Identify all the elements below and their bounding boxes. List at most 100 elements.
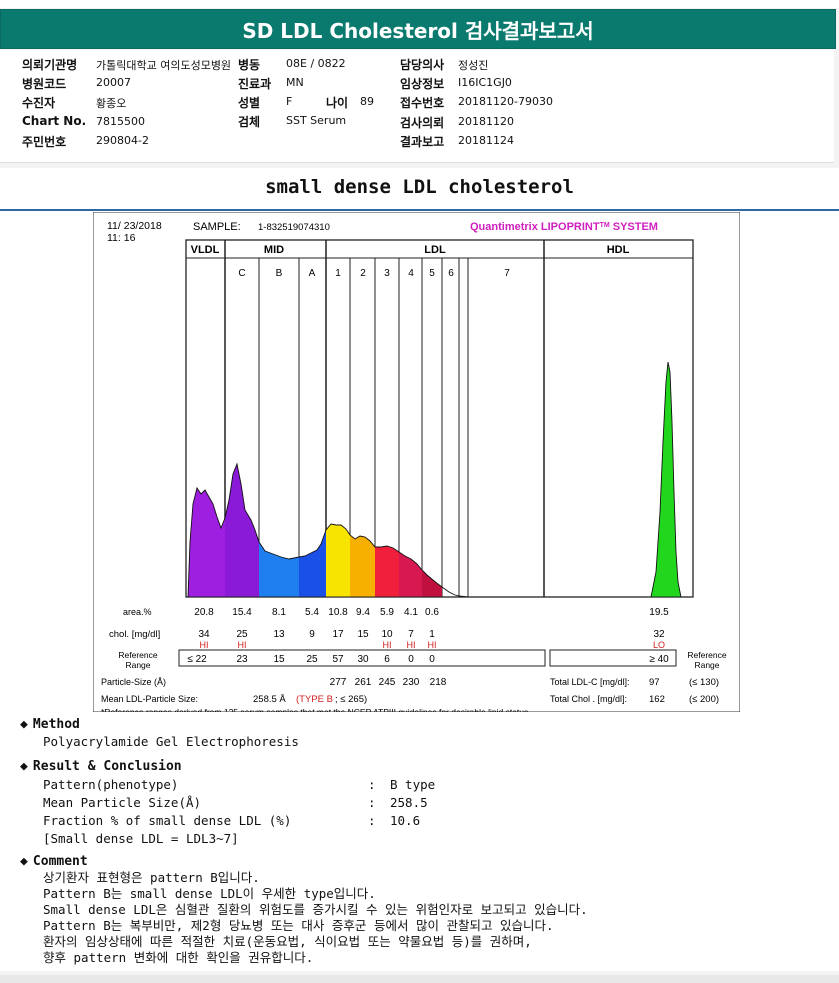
info-value: 08E / 0822 <box>286 57 346 70</box>
total-ldl-label: Total LDL-C [mg/dl]: <box>550 677 630 687</box>
chol-value: 15 <box>357 629 369 640</box>
info-value: 20007 <box>96 76 131 89</box>
band-label: C <box>238 268 245 279</box>
info-label: 결과보고 <box>400 135 445 149</box>
patient-info-panel: 의뢰기관명 가톨릭대학교 여의도성모병원 병원코드 20007 수진자 황종오 … <box>0 50 834 163</box>
result-label: Fraction % of small dense LDL (%) <box>43 813 292 828</box>
band-label: 7 <box>504 268 510 279</box>
result-value: 10.6 <box>390 813 421 828</box>
mean-size-value: 258.5 Å <box>253 694 286 705</box>
area-value: 10.8 <box>328 607 348 618</box>
flag-value: HI <box>407 640 416 650</box>
colon: : <box>368 813 376 828</box>
info-label: 병동 <box>238 58 261 72</box>
band-label: 3 <box>384 268 390 279</box>
comment-line: 향후 pattern 변화에 대한 확인을 권유합니다. <box>43 950 314 965</box>
info-value: 정성진 <box>458 59 489 72</box>
particle-size-label: Particle-Size (Å) <box>101 677 166 687</box>
reference-value: 15 <box>273 654 285 665</box>
area-value: 0.6 <box>425 607 439 618</box>
chol-value: 25 <box>236 629 248 640</box>
info-value: MN <box>286 76 304 89</box>
chol-value: 34 <box>198 629 210 640</box>
reference-value: 23 <box>236 654 248 665</box>
mean-type-range: ; ≤ 265) <box>335 694 367 705</box>
flag-value: HI <box>200 640 209 650</box>
method-title: Method <box>32 717 80 732</box>
info-value: SST Serum <box>286 114 347 127</box>
reference-value: ≤ 22 <box>187 654 207 665</box>
info-label: 의뢰기관명 <box>22 58 78 72</box>
reference-label: Reference <box>118 650 157 660</box>
info-label: 성별 <box>238 96 261 110</box>
info-label: 진료과 <box>238 77 272 91</box>
ldl3-area <box>375 546 399 597</box>
method-text: Polyacrylamide Gel Electrophoresis <box>43 734 299 749</box>
info-value: F <box>286 95 293 108</box>
area-value: 5.4 <box>305 607 319 618</box>
ldl1-area <box>326 524 350 597</box>
area-value: 5.9 <box>380 607 394 618</box>
info-label: 검체 <box>238 115 261 129</box>
info-value: I16IC1GJ0 <box>458 76 512 89</box>
info-value: 290804-2 <box>96 134 149 147</box>
mean-size-label: Mean LDL-Particle Size: <box>101 694 198 704</box>
flag-value: HI <box>383 640 392 650</box>
reference-value: 57 <box>332 654 344 665</box>
top-strip <box>0 0 839 8</box>
sample-label: SAMPLE: <box>193 221 241 233</box>
particle-size-value: 245 <box>379 677 396 688</box>
info-label: 담당의사 <box>400 58 445 72</box>
colon: : <box>368 795 376 810</box>
band-label: 4 <box>408 268 414 279</box>
info-value: 가톨릭대학교 여의도성모병원 <box>96 59 232 72</box>
age-value: 89 <box>360 95 374 108</box>
reference-label: Range <box>694 660 719 670</box>
total-chol-label: Total Chol . [mg/dl]: <box>550 694 627 704</box>
result-title: Result & Conclusion <box>32 759 182 774</box>
bullet-icon: ◆ <box>20 759 28 774</box>
divider <box>0 209 839 211</box>
result-value: B type <box>390 777 436 792</box>
reference-value: 30 <box>357 654 369 665</box>
chol-value: 13 <box>273 629 285 640</box>
mean-type: (TYPE B <box>296 694 333 705</box>
reference-label: Reference <box>687 650 726 660</box>
info-label: 검사의뢰 <box>400 116 445 130</box>
chart-time: 11: 16 <box>107 232 136 244</box>
chol-value: 1 <box>429 629 435 640</box>
chol-value: 17 <box>332 629 344 640</box>
info-value: 20181124 <box>458 134 514 147</box>
reference-value: 25 <box>306 654 318 665</box>
result-label: Mean Particle Size(Å) <box>43 795 202 810</box>
flag-value: LO <box>653 640 665 650</box>
group-label: HDL <box>607 244 630 256</box>
area-value: 4.1 <box>404 607 418 618</box>
band-label: 6 <box>448 268 454 279</box>
area-value: 9.4 <box>356 607 370 618</box>
info-value: 황종오 <box>96 97 127 110</box>
area-value: 15.4 <box>232 607 252 618</box>
reference-value: 6 <box>384 654 390 665</box>
section-title: small dense LDL cholesterol <box>265 176 574 198</box>
info-value: 7815500 <box>96 115 145 128</box>
result-label: Pattern(phenotype) <box>43 777 179 792</box>
result-value: 258.5 <box>390 795 428 810</box>
info-label: 접수번호 <box>400 96 445 110</box>
result-note: [Small dense LDL = LDL3~7] <box>43 831 239 846</box>
info-label: 병원코드 <box>22 77 67 91</box>
colon: : <box>368 777 376 792</box>
footnote: *Reference ranges derived from 125 serum… <box>101 707 528 712</box>
total-chol-value: 162 <box>649 694 665 705</box>
area-value: 19.5 <box>649 607 669 618</box>
band-label: 5 <box>429 268 435 279</box>
ldl2-area <box>350 535 375 597</box>
bottom-strip <box>0 975 839 983</box>
chol-value: 9 <box>309 629 315 640</box>
reference-label: Range <box>125 660 150 670</box>
reference-value: 0 <box>408 654 414 665</box>
flag-value: HI <box>238 640 247 650</box>
particle-size-value: 277 <box>330 677 347 688</box>
info-label: 주민번호 <box>22 135 67 149</box>
band-label: 2 <box>360 268 366 279</box>
